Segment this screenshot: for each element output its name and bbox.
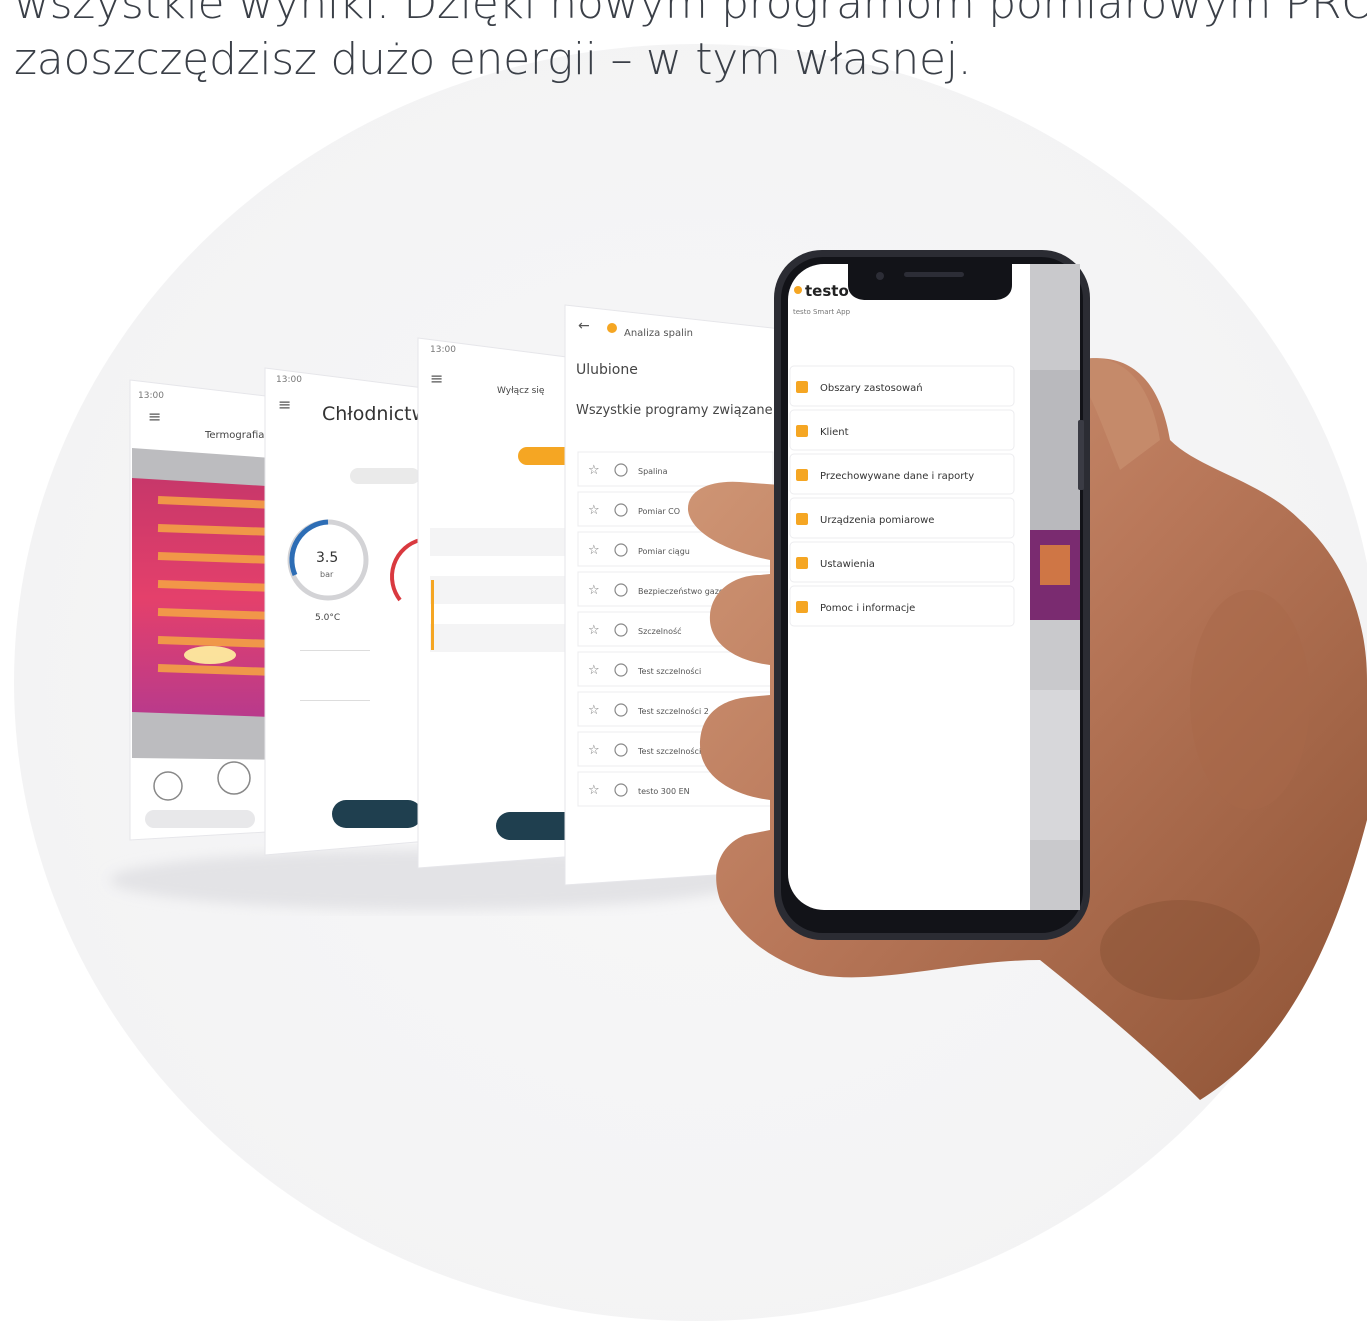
screen3-time: 13:00 (430, 345, 456, 355)
screen1-title: Termografia (204, 430, 264, 441)
screen3-title: Wyłącz się (497, 386, 545, 396)
star-icon: ☆ (588, 463, 600, 478)
star-icon: ☆ (588, 703, 600, 718)
phone-menu-item[interactable]: Klient (789, 409, 1015, 451)
star-icon: ☆ (588, 663, 600, 678)
intro-text: wszystkie wyniki. Dzięki nowym programom… (14, 0, 1367, 88)
phone-subtitle: testo Smart App (793, 308, 851, 316)
screen2-reading: 5.0°C (315, 613, 340, 623)
menu-item-label: Przechowywane dane i raporty (820, 471, 974, 482)
menu-item-label: Pomoc i informacje (820, 603, 915, 614)
screen2-unit: bar (320, 570, 334, 579)
list-item-label: Pomiar ciągu (638, 547, 690, 556)
phone-menu-item[interactable]: Pomoc i informacje (789, 585, 1015, 627)
testo-logo-dot (794, 286, 802, 294)
svg-text:≡: ≡ (148, 407, 161, 426)
settings-icon (796, 557, 808, 569)
people-icon (796, 425, 808, 437)
list-item-label: Szczelność (638, 626, 682, 636)
star-icon: ☆ (588, 783, 600, 798)
menu-item-label: Urządzenia pomiarowe (820, 515, 934, 526)
list-item-label: Spalina (638, 467, 668, 476)
star-icon: ☆ (588, 503, 600, 518)
app-scene: 13:00 ≡ Termografia 13:00 ≡ Chłodnictwo … (110, 250, 1367, 1101)
device-icon (796, 513, 808, 525)
app-screen-refrigeration: 13:00 ≡ Chłodnictwo 3.5 bar 5.0°C (264, 367, 441, 856)
phone-menu-item[interactable]: Obszary zastosowań (789, 365, 1015, 407)
phone-menu-item[interactable]: Przechowywane dane i raporty (789, 453, 1015, 495)
star-icon: ☆ (588, 623, 600, 638)
help-icon (796, 601, 808, 613)
list-item-label: Pomiar CO (638, 507, 680, 516)
svg-text:≡: ≡ (430, 369, 443, 388)
smartphone: testo testo Smart App Obszary zastosowań… (774, 250, 1090, 940)
star-icon: ☆ (588, 543, 600, 558)
star-icon: ☆ (588, 743, 600, 758)
grid-icon (796, 381, 808, 393)
intro-line-1: wszystkie wyniki. Dzięki nowym programom… (14, 0, 1367, 29)
screen2-time: 13:00 (276, 375, 302, 385)
intro-line-2: zaoszczędzisz dużo energii – w tym własn… (14, 34, 972, 85)
screen1-time: 13:00 (138, 391, 164, 401)
list-item-label: Test szczelności 3 (637, 746, 709, 756)
list-item-label: Test szczelności (637, 666, 701, 676)
list-item-label: Test szczelności 2 (637, 706, 709, 716)
phone-menu-item[interactable]: Ustawienia (789, 541, 1015, 583)
screen4-title: Analiza spalin (624, 328, 693, 339)
phone-menu-item[interactable]: Urządzenia pomiarowe (789, 497, 1015, 539)
svg-text:≡: ≡ (278, 395, 291, 414)
phone-brand: testo (805, 282, 849, 300)
screen2-value: 3.5 (316, 550, 338, 566)
screen4-list-item: ☆ Spalina (577, 451, 774, 487)
list-item-label: testo 300 EN (638, 787, 690, 796)
menu-item-label: Ustawienia (820, 559, 875, 570)
star-icon: ☆ (588, 583, 600, 598)
document-icon (796, 469, 808, 481)
svg-text:←: ← (578, 318, 590, 334)
menu-item-label: Klient (820, 427, 849, 438)
list-item-background (577, 451, 774, 487)
screen4-favorites: Ulubione (576, 362, 638, 378)
menu-item-label: Obszary zastosowań (820, 382, 923, 394)
